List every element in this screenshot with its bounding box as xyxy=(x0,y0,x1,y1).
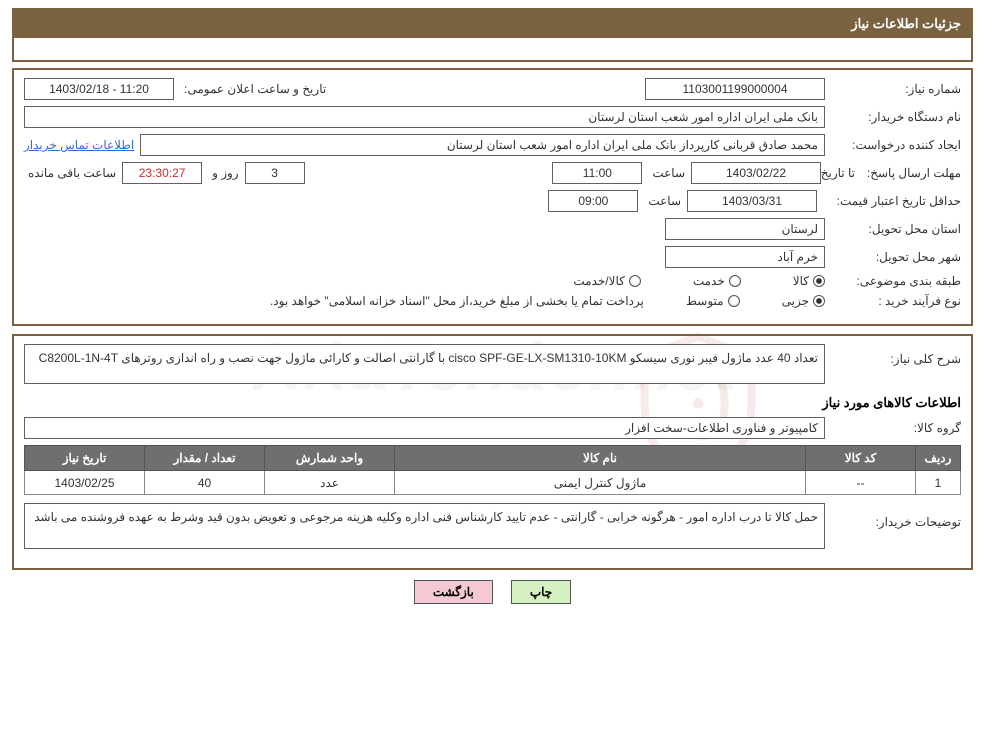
purchase-partial-radio[interactable]: جزیی xyxy=(782,294,825,308)
days-label: روز و xyxy=(208,166,239,180)
province-label: استان محل تحویل: xyxy=(831,222,961,236)
radio-label: خدمت xyxy=(693,274,725,288)
radio-label: کالا/خدمت xyxy=(573,274,624,288)
table-row: 1--ماژول کنترل ایمنیعدد401403/02/25 xyxy=(25,471,961,495)
items-section-title: اطلاعات کالاهای مورد نیاز xyxy=(24,395,961,411)
radio-icon xyxy=(729,275,741,287)
group-field: کامپیوتر و فناوری اطلاعات-سخت افزار xyxy=(24,417,825,439)
page-header: جزئیات اطلاعات نیاز xyxy=(12,8,973,62)
buyer-org-label: نام دستگاه خریدار: xyxy=(831,110,961,124)
print-button[interactable]: چاپ xyxy=(511,580,571,604)
time-label-1: ساعت xyxy=(648,166,685,180)
radio-icon xyxy=(728,295,740,307)
classify-label: طبقه بندی موضوعی: xyxy=(831,274,961,288)
deadline-time-field: 11:00 xyxy=(552,162,642,184)
desc-field xyxy=(24,344,825,384)
ta-date-label-1: تا تاریخ: xyxy=(827,166,855,180)
table-cell-row: 1 xyxy=(916,471,961,495)
th-qty: تعداد / مقدار xyxy=(145,446,265,471)
requester-label: ایجاد کننده درخواست: xyxy=(831,138,961,152)
classify-kala-khadmat-radio[interactable]: کالا/خدمت xyxy=(573,274,640,288)
notes-field xyxy=(24,503,825,549)
days-field: 3 xyxy=(245,162,305,184)
radio-label: متوسط xyxy=(686,294,724,308)
th-date: تاریخ نیاز xyxy=(25,446,145,471)
info-panel: شماره نیاز: 1103001199000004 تاریخ و ساع… xyxy=(12,68,973,326)
th-unit: واحد شمارش xyxy=(265,446,395,471)
back-button[interactable]: بازگشت xyxy=(414,580,493,604)
table-cell-name: ماژول کنترل ایمنی xyxy=(395,471,806,495)
city-field: خرم آباد xyxy=(665,246,825,268)
table-cell-qty: 40 xyxy=(145,471,265,495)
th-name: نام کالا xyxy=(395,446,806,471)
buyer-org-field: بانک ملی ایران اداره امور شعب استان لرست… xyxy=(24,106,825,128)
radio-label: جزیی xyxy=(782,294,809,308)
table-cell-unit: عدد xyxy=(265,471,395,495)
remaining-label: ساعت باقی مانده xyxy=(24,166,116,180)
items-table: ردیف کد کالا نام کالا واحد شمارش تعداد /… xyxy=(24,445,961,495)
contact-link[interactable]: اطلاعات تماس خریدار xyxy=(24,138,134,152)
validity-label: حداقل تاریخ اعتبار قیمت: xyxy=(833,194,961,208)
radio-label: کالا xyxy=(793,274,809,288)
th-code: کد کالا xyxy=(806,446,916,471)
need-number-label: شماره نیاز: xyxy=(831,82,961,96)
group-label: گروه کالا: xyxy=(831,421,961,435)
province-field: لرستان xyxy=(665,218,825,240)
announce-field: 11:20 - 1403/02/18 xyxy=(24,78,174,100)
announce-label: تاریخ و ساعت اعلان عمومی: xyxy=(180,82,326,96)
desc-label: شرح کلی نیاز: xyxy=(831,344,961,366)
need-number-field: 1103001199000004 xyxy=(645,78,825,100)
classify-khadmat-radio[interactable]: خدمت xyxy=(693,274,741,288)
validity-time-field: 09:00 xyxy=(548,190,638,212)
table-cell-code: -- xyxy=(806,471,916,495)
validity-date-field: 1403/03/31 xyxy=(687,190,817,212)
requester-field: محمد صادق قربانی کارپرداز بانک ملی ایران… xyxy=(140,134,825,156)
purchase-type-label: نوع فرآیند خرید : xyxy=(831,294,961,308)
time-label-2: ساعت xyxy=(644,194,681,208)
radio-icon xyxy=(629,275,641,287)
city-label: شهر محل تحویل: xyxy=(831,250,961,264)
items-panel: شرح کلی نیاز: اطلاعات کالاهای مورد نیاز … xyxy=(12,334,973,570)
page-title: جزئیات اطلاعات نیاز xyxy=(14,10,971,38)
classify-kala-radio[interactable]: کالا xyxy=(793,274,825,288)
th-row: ردیف xyxy=(916,446,961,471)
radio-icon xyxy=(813,275,825,287)
purchase-note: پرداخت تمام یا بخشی از مبلغ خرید،از محل … xyxy=(270,294,644,308)
action-bar: چاپ بازگشت xyxy=(12,580,973,604)
purchase-medium-radio[interactable]: متوسط xyxy=(686,294,740,308)
deadline-date-field: 1403/02/22 xyxy=(691,162,821,184)
deadline-label: مهلت ارسال پاسخ: xyxy=(861,166,961,180)
radio-icon xyxy=(813,295,825,307)
table-cell-date: 1403/02/25 xyxy=(25,471,145,495)
timer-field: 23:30:27 xyxy=(122,162,202,184)
notes-label: توضیحات خریدار: xyxy=(831,503,961,529)
